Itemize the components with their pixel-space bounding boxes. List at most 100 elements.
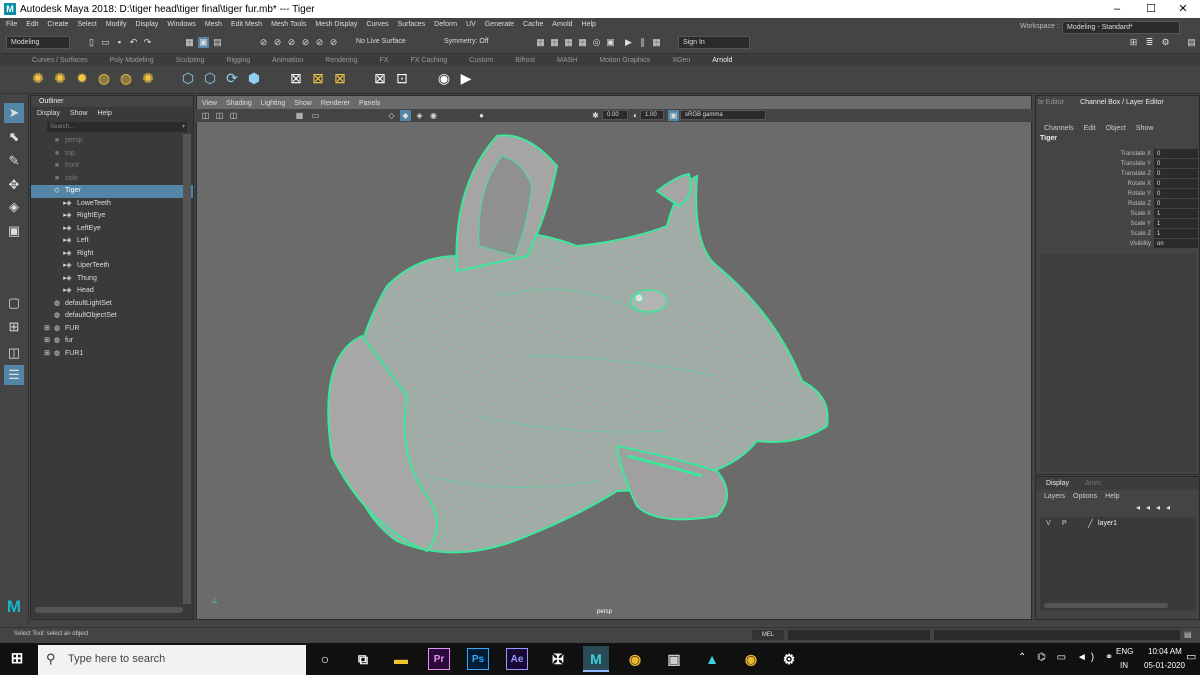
outliner-item[interactable]: ▸ ◈ Head (31, 285, 193, 298)
channel-attr-row[interactable]: Rotate Y0 (1036, 189, 1200, 199)
select-component-icon[interactable]: ▤ (212, 37, 223, 48)
outliner-item[interactable]: ▸ ◈ Right (31, 248, 193, 261)
outliner-item[interactable]: ■ side (31, 173, 193, 186)
isolate-icon[interactable]: ● (476, 110, 487, 121)
persp-outliner-icon[interactable]: ◫ (4, 343, 24, 363)
system-tray-icons[interactable]: ⌃ ⌬ ▭ ◄) ⚭ (1018, 652, 1117, 663)
tool-settings-icon[interactable]: ⚙ (1160, 37, 1171, 48)
channel-attr-row[interactable]: Scale Y1 (1036, 219, 1200, 229)
scale-tool-icon[interactable]: ▣ (4, 221, 24, 241)
channel-attr-value[interactable]: 0 (1154, 169, 1198, 178)
channel-attr-value[interactable]: 0 (1154, 149, 1198, 158)
right-ear-mesh[interactable] (655, 172, 692, 208)
cb-menu-edit[interactable]: Edit (1084, 125, 1096, 132)
render-ipr-icon[interactable]: ▦ (549, 37, 560, 48)
mode-dropdown[interactable]: Modeling (6, 36, 70, 49)
lasso-tool-icon[interactable]: ⬉ (4, 127, 24, 147)
close-button[interactable]: ✕ (1166, 0, 1200, 18)
outliner-search-input[interactable]: Search... ▾ (47, 122, 187, 132)
channel-attr-label[interactable]: Translate Y (1121, 159, 1151, 169)
outliner-scrollbar[interactable] (183, 134, 191, 604)
task-view-icon[interactable]: ⧉ (350, 646, 376, 672)
outliner-hscrollbar[interactable] (35, 607, 183, 613)
taskbar-search-box[interactable]: ⚲ Type here to search (38, 645, 306, 675)
save-scene-icon[interactable]: ▪ (114, 37, 125, 48)
attribute-editor-icon[interactable]: ≣ (1144, 37, 1155, 48)
shelf-tab-custom[interactable]: Custom (469, 57, 493, 64)
menu-mesh[interactable]: Mesh (205, 21, 222, 28)
snap-surface-icon[interactable]: ⊘ (314, 37, 325, 48)
outliner-item[interactable]: ■ persp (31, 135, 193, 148)
chrome-icon[interactable]: ◉ (622, 646, 648, 672)
channel-attr-value[interactable]: 1 (1154, 209, 1198, 218)
channel-attr-row[interactable]: Rotate Z0 (1036, 199, 1200, 209)
channel-attr-value[interactable]: 0 (1154, 179, 1198, 188)
wireframe-icon[interactable]: ◇ (386, 110, 397, 121)
layer-name[interactable]: layer1 (1098, 520, 1117, 527)
outliner-menu-help[interactable]: Help (97, 110, 111, 117)
four-view-icon[interactable]: ⊞ (4, 317, 24, 337)
layer-menu-help[interactable]: Help (1105, 493, 1119, 500)
channel-attr-label[interactable]: Rotate Z (1128, 199, 1151, 209)
channel-attr-value[interactable]: 1 (1154, 219, 1198, 228)
camera-select-icon[interactable]: ◫ (200, 110, 211, 121)
live-surface-label[interactable]: No Live Surface (356, 38, 406, 45)
outliner-item[interactable]: ▸ ◈ UperTeeth (31, 260, 193, 273)
channel-box-icon[interactable]: ▤ (1186, 37, 1197, 48)
shelf-tab-curves-surfaces[interactable]: Curves / Surfaces (32, 57, 88, 64)
move-tool-icon[interactable]: ✥ (4, 175, 24, 195)
menu-select[interactable]: Select (77, 21, 96, 28)
snap-grid-icon[interactable]: ⊘ (258, 37, 269, 48)
layer-action-icons[interactable]: ◂◂◂◂ (1136, 503, 1176, 512)
outliner-item[interactable]: ⊞ ◍ fur (31, 335, 193, 348)
channel-attr-label[interactable]: Scale X (1130, 209, 1151, 219)
channel-attr-value[interactable]: 0 (1154, 189, 1198, 198)
skydome-light-icon[interactable]: ✺ (30, 70, 46, 86)
single-perspective-icon[interactable]: ▢ (4, 293, 24, 313)
clock-date[interactable]: 05-01-2020 (1144, 661, 1185, 670)
layer-menu-layers[interactable]: Layers (1044, 493, 1065, 500)
channel-attr-row[interactable]: Rotate X0 (1036, 179, 1200, 189)
undo-icon[interactable]: ↶ (128, 37, 139, 48)
arnold-view-icon[interactable]: ◉ (436, 70, 452, 86)
maya-taskbar-icon[interactable]: M (583, 646, 609, 672)
arnold-render-icon[interactable]: ▣ (605, 37, 616, 48)
shelf-tab-fx[interactable]: FX (380, 57, 389, 64)
photoshop-icon[interactable]: Ps (467, 648, 489, 670)
command-input[interactable] (788, 630, 930, 640)
redo-icon[interactable]: ↷ (142, 37, 153, 48)
premiere-icon[interactable]: Pr (428, 648, 450, 670)
gamma-field[interactable]: 1.00 (640, 110, 664, 120)
layer-scrollbar[interactable] (1044, 603, 1168, 608)
channel-attr-value[interactable]: 1 (1154, 229, 1198, 238)
shelf-tab-poly-modeling[interactable]: Poly Modeling (110, 57, 154, 64)
workspace-dropdown[interactable]: Modeling - Standard* (1062, 21, 1180, 34)
shelf-tab-motion-graphics[interactable]: Motion Graphics (599, 57, 650, 64)
outliner-item[interactable]: ■ top (31, 148, 193, 161)
outliner-menu-display[interactable]: Display (37, 110, 60, 117)
symmetry-dropdown[interactable]: Symmetry: Off (444, 38, 489, 45)
channel-attr-label[interactable]: Translate Z (1121, 169, 1151, 179)
snap-point-icon[interactable]: ⊘ (286, 37, 297, 48)
textured-icon[interactable]: ◉ (428, 110, 439, 121)
shelf-tab-fx-caching[interactable]: FX Caching (411, 57, 448, 64)
menu-deform[interactable]: Deform (434, 21, 457, 28)
open-scene-icon[interactable]: ▭ (100, 37, 111, 48)
settings-icon[interactable]: ⚙ (776, 646, 802, 672)
layer-tab-display[interactable]: Display (1046, 480, 1069, 487)
smooth-shade-icon[interactable]: ◆ (400, 110, 411, 121)
outliner-item[interactable]: ▸ ◈ LoweTeeth (31, 198, 193, 211)
channel-box-tab[interactable]: Channel Box / Layer Editor (1080, 99, 1164, 106)
select-hierarchy-icon[interactable]: ▦ (184, 37, 195, 48)
outliner-item[interactable]: ▸ ◈ Left (31, 235, 193, 248)
layer-menu-options[interactable]: Options (1073, 493, 1097, 500)
snap-view-icon[interactable]: ⊘ (300, 37, 311, 48)
arnold-help-icon[interactable]: ⊡ (394, 70, 410, 86)
viewport-panel[interactable]: persp ⊥ (196, 95, 1032, 620)
photometric-light-icon[interactable]: ◍ (96, 70, 112, 86)
hypershade-icon[interactable]: ▦ (577, 37, 588, 48)
outliner-layout-icon[interactable]: ☰ (4, 365, 24, 385)
menu-modify[interactable]: Modify (106, 21, 127, 28)
sign-in-button[interactable]: Sign In (678, 36, 750, 49)
outliner-item[interactable]: ▸ ◈ Thung (31, 273, 193, 286)
